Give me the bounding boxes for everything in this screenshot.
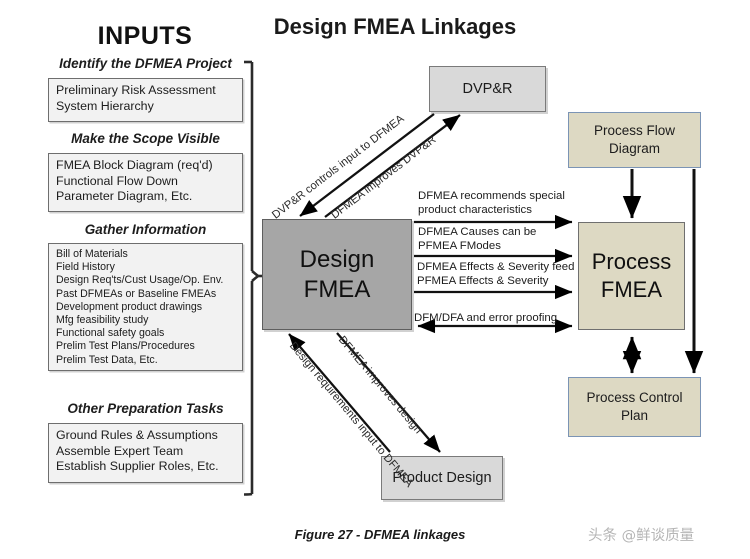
node-process-control-plan[interactable]: Process Control Plan	[568, 377, 701, 437]
list-item: Prelim Test Plans/Procedures	[56, 340, 195, 353]
node-process-flow-line1: Process Flow	[593, 123, 676, 138]
list-item: Design Req'ts/Cust Usage/Op. Env.	[56, 274, 224, 287]
list-item: System Hierarchy	[56, 98, 154, 113]
list-item: Assemble Expert Team	[56, 443, 184, 458]
label-design-requirements-input: Design requirements input to DFMEA	[286, 340, 416, 490]
list-item: Prelim Test Data, Etc.	[56, 353, 158, 366]
list-item: Functional safety goals	[56, 327, 165, 340]
label-effects-severity-line1: DFMEA Effects & Severity feed	[417, 261, 575, 273]
node-process-control-line2: Plan	[620, 408, 648, 423]
label-causes-fmodes-line1: DFMEA Causes can be	[418, 226, 537, 238]
label-causes-fmodes-line2: PFMEA FModes	[418, 240, 501, 252]
inputs-title: INPUTS	[97, 22, 193, 50]
label-dfm-dfa-error-proofing: DFM/DFA and error proofing	[414, 312, 558, 324]
diagram-title: Design FMEA Linkages	[273, 14, 517, 39]
group-box-identify: Preliminary Risk Assessment System Hiera…	[48, 78, 243, 122]
watermark: 头条 @鲜谈质量	[588, 528, 695, 544]
figure-caption: Figure 27 - DFMEA linkages	[294, 527, 466, 542]
list-item: FMEA Block Diagram (req'd)	[56, 158, 213, 172]
node-process-fmea[interactable]: Process FMEA	[578, 222, 685, 330]
list-item: Ground Rules & Assumptions	[56, 428, 218, 442]
node-process-fmea-line2: FMEA	[600, 277, 663, 302]
list-item: Development product drawings	[56, 300, 203, 313]
group-box-other-prep: Ground Rules & Assumptions Assemble Expe…	[48, 423, 243, 483]
node-process-control-line1: Process Control	[586, 390, 683, 405]
list-item: Functional Flow Down	[56, 173, 178, 188]
list-item: Field History	[56, 261, 115, 274]
list-item: Mfg feasibility study	[56, 314, 149, 327]
list-item: Bill of Materials	[56, 248, 128, 260]
list-item: Past DFMEAs or Baseline FMEAs	[56, 287, 217, 300]
node-design-fmea[interactable]: Design FMEA	[262, 219, 412, 330]
group-box-scope: FMEA Block Diagram (req'd) Functional Fl…	[48, 153, 243, 212]
group-header-other-prep: Other Preparation Tasks	[67, 401, 224, 416]
label-effects-severity-line2: PFMEA Effects & Severity	[417, 275, 549, 287]
list-item: Parameter Diagram, Etc.	[56, 189, 193, 203]
node-design-fmea-line2: FMEA	[303, 275, 371, 303]
node-process-flow-diagram[interactable]: Process Flow Diagram	[568, 112, 701, 168]
node-dvpr[interactable]: DVP&R	[429, 66, 546, 112]
group-header-identify: Identify the DFMEA Project	[59, 56, 232, 71]
group-header-scope: Make the Scope Visible	[71, 131, 220, 146]
list-item: Establish Supplier Roles, Etc.	[56, 459, 219, 473]
label-special-characteristics-line2: product characteristics	[418, 204, 532, 216]
list-item: Preliminary Risk Assessment	[56, 83, 216, 97]
group-box-gather: Bill of Materials Field History Design R…	[48, 243, 243, 371]
node-design-fmea-line1: Design	[299, 245, 375, 273]
group-header-gather: Gather Information	[84, 222, 207, 237]
node-process-flow-line2: Diagram	[608, 141, 660, 156]
node-process-fmea-line1: Process	[591, 249, 672, 274]
label-special-characteristics-line1: DFMEA recommends special	[418, 190, 565, 202]
